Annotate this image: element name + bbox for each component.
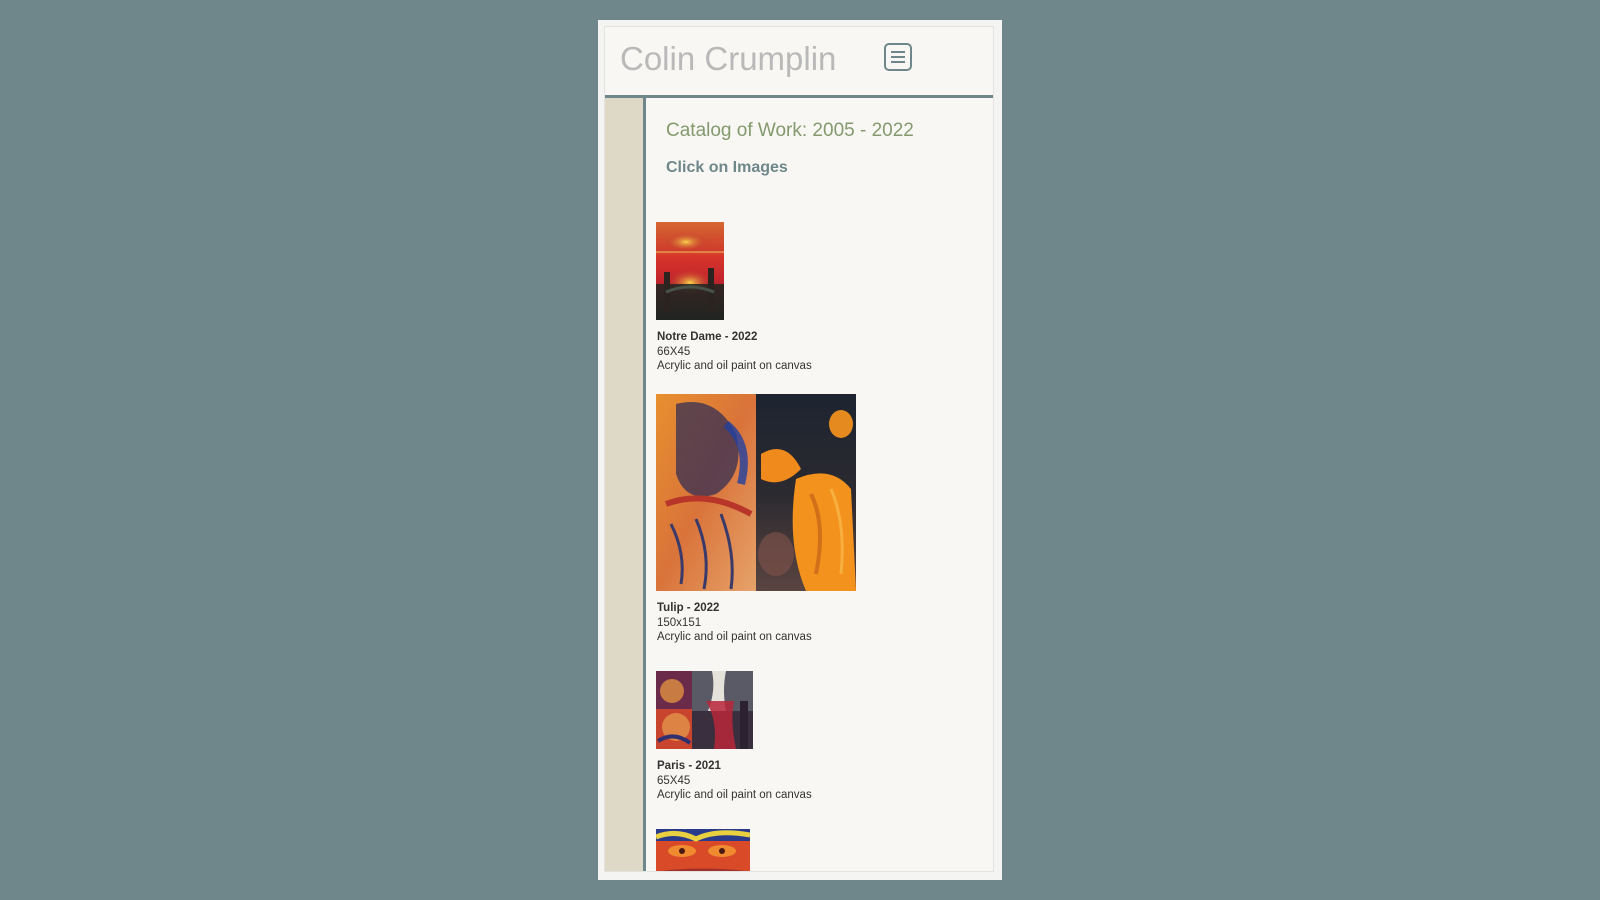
sidebar: [605, 98, 646, 871]
site-title[interactable]: Colin Crumplin: [620, 40, 836, 78]
artwork-title: Paris - 2021: [657, 760, 721, 772]
artwork-title: Notre Dame - 2022: [657, 331, 758, 343]
artwork-thumbnail-paris[interactable]: [656, 671, 753, 749]
artwork-caption: Paris - 2021 65X45 Acrylic and oil paint…: [657, 759, 812, 803]
main-content: Catalog of Work: 2005 - 2022 Click on Im…: [646, 98, 993, 871]
page: Colin Crumplin Catalog of Work: 2005 - 2…: [604, 26, 994, 872]
artwork-medium: Acrylic and oil paint on canvas: [657, 789, 812, 801]
artwork-thumbnail-tulip[interactable]: [656, 394, 856, 591]
artwork-medium: Acrylic and oil paint on canvas: [657, 360, 812, 372]
artwork-size: 150x151: [657, 616, 702, 629]
hamburger-menu-icon[interactable]: [884, 43, 912, 71]
site-header: Colin Crumplin: [605, 27, 993, 98]
artwork-thumbnail-4[interactable]: [656, 829, 750, 871]
artwork-image: [656, 394, 856, 591]
artwork-image: [656, 671, 753, 749]
page-title: Catalog of Work: 2005 - 2022: [666, 120, 914, 141]
page-frame: Colin Crumplin Catalog of Work: 2005 - 2…: [598, 20, 1002, 880]
artwork-image: [656, 222, 724, 320]
artwork-title: Tulip - 2022: [657, 602, 720, 614]
artwork-size: 66X45: [657, 345, 691, 358]
artwork-caption: Notre Dame - 2022 66X45 Acrylic and oil …: [657, 330, 812, 374]
artwork-caption: Tulip - 2022 150x151 Acrylic and oil pai…: [657, 601, 812, 645]
artwork-medium: Acrylic and oil paint on canvas: [657, 631, 812, 643]
artwork-image: [656, 829, 750, 871]
artwork-size: 65X45: [657, 774, 691, 787]
artwork-thumbnail-notre-dame[interactable]: [656, 222, 724, 320]
instruction-text: Click on Images: [666, 159, 788, 176]
